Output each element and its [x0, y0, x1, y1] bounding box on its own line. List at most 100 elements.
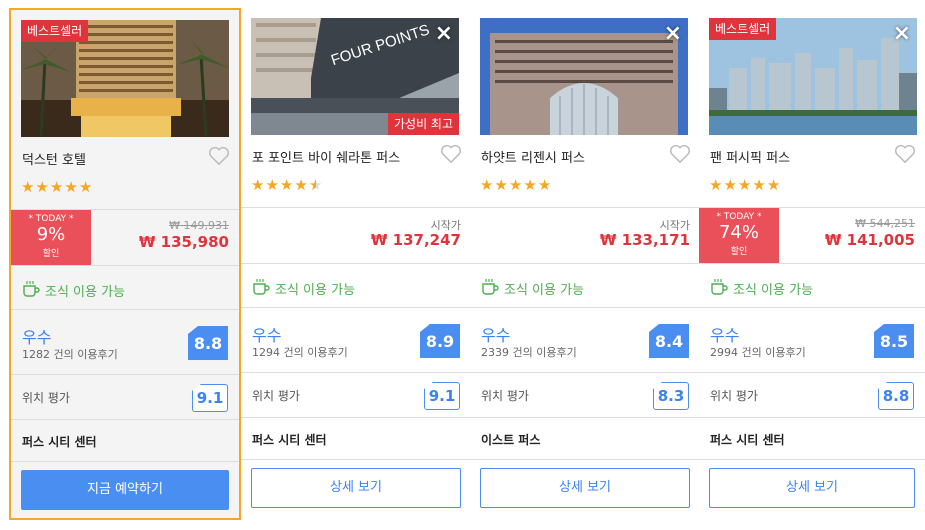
discount-word: 할인	[730, 247, 748, 257]
view-details-button[interactable]: 상세 보기	[709, 468, 915, 508]
price-section: * TODAY * 74% 할인 ₩ 544,251 ₩ 141,005	[699, 207, 925, 264]
breakfast-section: 조식 이용 가능	[241, 263, 471, 307]
star-icon: ★	[49, 178, 64, 196]
star-icon: ★	[737, 176, 752, 194]
star-rating: ★ ★ ★ ★ ★	[480, 176, 551, 194]
star-icon: ★	[523, 176, 537, 194]
star-icon: ★	[64, 178, 78, 196]
review-section[interactable]: 우수 2339 건의 이용후기 8.4	[470, 307, 700, 372]
location-label: 위치 평가	[710, 389, 758, 403]
today-label: * TODAY *	[716, 212, 762, 222]
hotel-photo[interactable]: ×	[480, 18, 688, 135]
review-section[interactable]: 우수 2994 건의 이용후기 8.5	[699, 307, 925, 372]
star-icon: ★	[752, 176, 766, 194]
star-icon: ★	[537, 176, 552, 194]
review-score: 8.4	[649, 324, 689, 358]
area-section: 이스트 퍼스	[470, 417, 700, 459]
review-count[interactable]: 2994 건의 이용후기	[710, 344, 806, 360]
review-score: 8.5	[874, 324, 914, 358]
star-rating: ★ ★ ★ ★ ★	[251, 176, 322, 194]
breakfast-section: 조식 이용 가능	[699, 263, 925, 307]
hotel-comparison-row: 베스트셀러 덕스턴 호텔 ★ ★ ★ ★ ★ * TODAY * 9% 할인 ₩…	[0, 0, 925, 530]
review-score: 8.8	[188, 326, 228, 360]
star-rating: ★ ★ ★ ★ ★	[21, 178, 92, 196]
star-icon: ★	[766, 176, 781, 194]
hotel-name[interactable]: 덕스턴 호텔	[22, 149, 86, 168]
location-section: 위치 평가 9.1	[241, 372, 471, 417]
location-section: 위치 평가 8.8	[699, 372, 925, 417]
price-section: 시작가 ₩ 133,171	[470, 207, 700, 263]
hotel-card[interactable]: FOUR POINTS 가성비 최고 × 포 포인트 바이 쉐라톤 퍼스 ★ ★…	[241, 8, 472, 519]
hotel-photo[interactable]: 베스트셀러	[21, 20, 229, 137]
star-icon: ★	[35, 178, 49, 196]
star-icon: ★	[508, 176, 523, 194]
area-section: 퍼스 시티 센터	[699, 417, 925, 459]
star-icon: ★	[265, 176, 279, 194]
hotel-card[interactable]: × 하얏트 리젠시 퍼스 ★ ★ ★ ★ ★ 시작가 ₩ 133,171 조식 …	[470, 8, 701, 519]
coffee-cup-icon	[711, 279, 728, 295]
price-section: 시작가 ₩ 137,247	[241, 207, 471, 263]
hotel-name[interactable]: 하얏트 리젠시 퍼스	[481, 147, 585, 166]
hotel-photo[interactable]: FOUR POINTS 가성비 최고 ×	[251, 18, 459, 135]
best-value-badge: 가성비 최고	[387, 113, 459, 135]
button-section: 지금 예약하기	[11, 461, 239, 521]
location-score: 9.1	[424, 382, 460, 410]
coffee-cup-icon	[482, 279, 499, 295]
view-details-button[interactable]: 상세 보기	[480, 468, 690, 508]
original-price: ₩ 544,251	[855, 217, 915, 230]
review-count[interactable]: 2339 건의 이용후기	[481, 344, 577, 360]
hotel-area: 이스트 퍼스	[481, 433, 541, 447]
review-section[interactable]: 우수 1294 건의 이용후기 8.9	[241, 307, 471, 372]
current-price: ₩ 137,247	[370, 231, 461, 249]
close-icon[interactable]: ×	[664, 20, 682, 48]
button-section: 상세 보기	[699, 459, 925, 519]
hotel-name[interactable]: 포 포인트 바이 쉐라톤 퍼스	[252, 147, 400, 166]
price-section: * TODAY * 9% 할인 ₩ 149,931 ₩ 135,980	[11, 209, 239, 266]
today-discount-badge: * TODAY * 74% 할인	[699, 208, 779, 264]
button-section: 상세 보기	[470, 459, 700, 519]
breakfast-section: 조식 이용 가능	[11, 265, 239, 309]
rating-word: 우수	[22, 328, 52, 347]
close-icon[interactable]: ×	[435, 20, 453, 48]
original-price: ₩ 149,931	[169, 219, 229, 232]
review-count[interactable]: 1294 건의 이용후기	[252, 344, 348, 360]
hotel-area: 퍼스 시티 센터	[252, 433, 327, 447]
star-icon: ★	[78, 178, 93, 196]
view-details-button[interactable]: 상세 보기	[251, 468, 461, 508]
hotel-card[interactable]: 베스트셀러 덕스턴 호텔 ★ ★ ★ ★ ★ * TODAY * 9% 할인 ₩…	[9, 8, 241, 520]
review-count[interactable]: 1282 건의 이용후기	[22, 346, 118, 362]
star-rating: ★ ★ ★ ★ ★	[709, 176, 780, 194]
star-icon: ★	[480, 176, 494, 194]
star-icon: ★	[279, 176, 294, 194]
heart-icon[interactable]	[208, 146, 230, 166]
heart-icon[interactable]	[669, 144, 691, 164]
heart-icon[interactable]	[440, 144, 462, 164]
location-section: 위치 평가 9.1	[11, 374, 239, 419]
current-price: ₩ 135,980	[138, 233, 229, 251]
current-price: ₩ 141,005	[824, 231, 915, 249]
rating-word: 우수	[710, 326, 740, 345]
book-now-button[interactable]: 지금 예약하기	[21, 470, 229, 510]
coffee-cup-icon	[253, 279, 270, 295]
hotel-photo[interactable]: 베스트셀러 ×	[709, 18, 917, 135]
breakfast-text: 조식 이용 가능	[45, 285, 126, 300]
star-icon: ★	[723, 176, 737, 194]
breakfast-text: 조식 이용 가능	[733, 283, 814, 298]
location-score: 9.1	[192, 384, 228, 412]
hotel-name[interactable]: 팬 퍼시픽 퍼스	[710, 147, 790, 166]
star-icon: ★	[709, 176, 723, 194]
close-icon[interactable]: ×	[893, 20, 911, 48]
rating-word: 우수	[481, 326, 511, 345]
location-score: 8.3	[653, 382, 689, 410]
review-section[interactable]: 우수 1282 건의 이용후기 8.8	[11, 309, 239, 374]
location-label: 위치 평가	[481, 389, 529, 403]
hotel-area: 퍼스 시티 센터	[710, 433, 785, 447]
hotel-card[interactable]: 베스트셀러 × 팬 퍼시픽 퍼스 ★ ★ ★ ★ ★ * TODAY * 74%…	[699, 8, 925, 519]
heart-icon[interactable]	[894, 144, 916, 164]
star-icon: ★	[494, 176, 508, 194]
breakfast-text: 조식 이용 가능	[275, 283, 356, 298]
location-score: 8.8	[878, 382, 914, 410]
discount-percent: 74%	[718, 222, 759, 243]
star-icon: ★	[294, 176, 308, 194]
breakfast-text: 조식 이용 가능	[504, 283, 585, 298]
